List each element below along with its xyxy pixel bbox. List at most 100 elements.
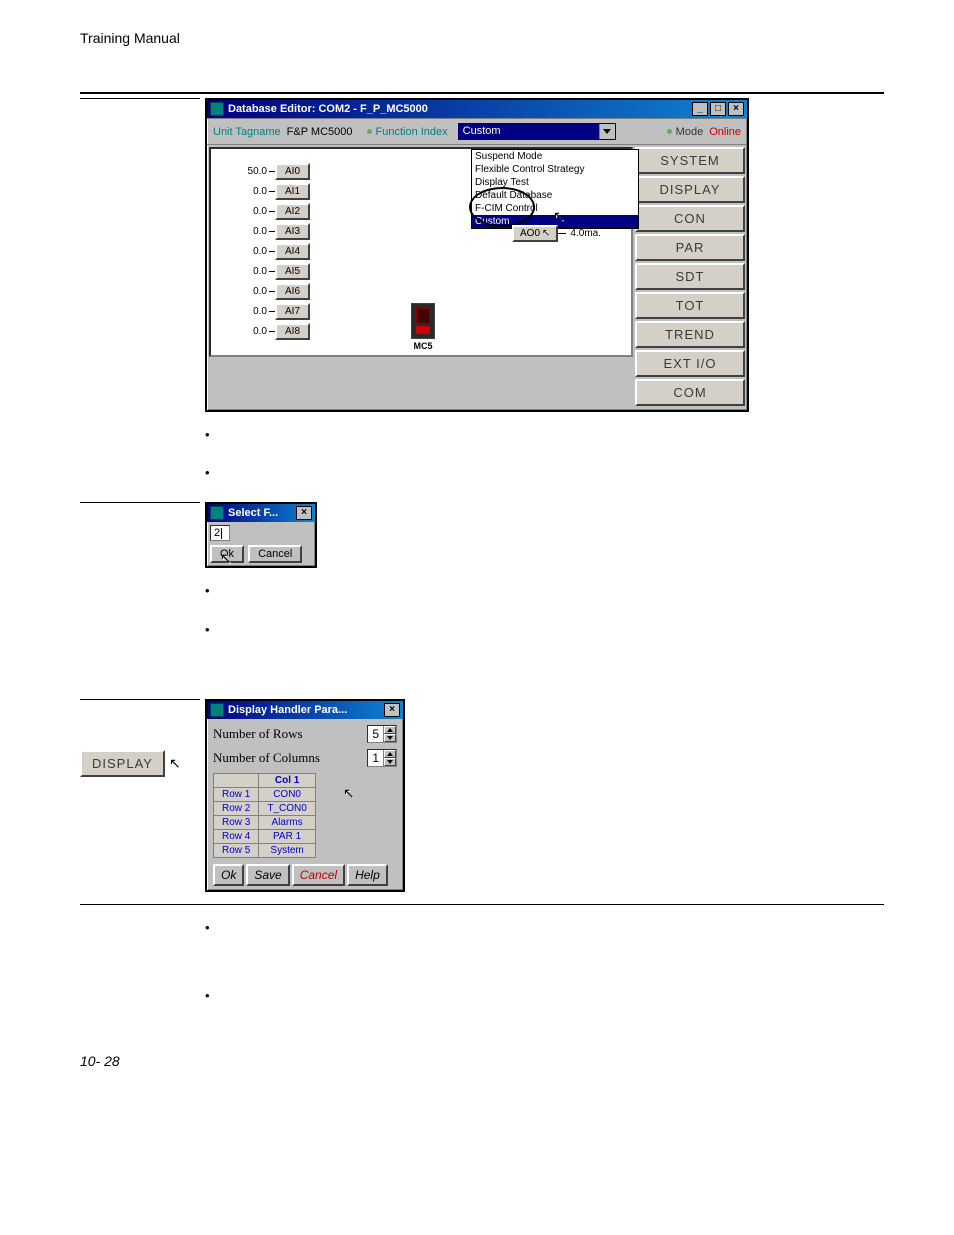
- analog-inputs-list: 50.0AI0 0.0AI1 0.0AI2 0.0AI3 0.0AI4 0.0A…: [233, 161, 310, 341]
- select-function-window: Select F... × 2 Ok Cancel ↖: [205, 502, 317, 568]
- title-bar[interactable]: Display Handler Para... ×: [207, 701, 403, 719]
- device-block[interactable]: MC5: [411, 303, 435, 351]
- mode-value: Online: [709, 126, 741, 138]
- info-bar: Unit Tagname F&P MC5000 Function Index C…: [207, 118, 747, 145]
- display-grid[interactable]: Col 1 Row 1CON0 Row 2T_CON0 Row 3Alarms …: [213, 773, 316, 858]
- bullet-item: [205, 582, 884, 600]
- side-button-sdt[interactable]: SDT: [635, 263, 745, 290]
- ai-row: 0.0AI3: [233, 221, 310, 241]
- dropdown-option[interactable]: Display Test: [472, 176, 638, 189]
- rows-label: Number of Rows: [213, 726, 367, 742]
- close-button[interactable]: ×: [384, 703, 400, 717]
- combo-selected-text: Custom: [459, 124, 599, 139]
- display-handler-window: Display Handler Para... × Number of Rows…: [205, 699, 405, 892]
- cols-label: Number of Columns: [213, 750, 367, 766]
- ai-row: 0.0AI5: [233, 261, 310, 281]
- cancel-button[interactable]: Cancel: [248, 545, 302, 563]
- ai-row: 0.0AI6: [233, 281, 310, 301]
- cancel-button[interactable]: Cancel: [292, 864, 345, 886]
- side-button-con[interactable]: CON: [635, 205, 745, 232]
- app-icon: [210, 703, 224, 717]
- cursor-icon: ↖: [220, 551, 232, 565]
- ai-row: 0.0AI4: [233, 241, 310, 261]
- ai-row: 0.0AI7: [233, 301, 310, 321]
- status-dot: [367, 129, 372, 134]
- dropdown-option[interactable]: Flexible Control Strategy: [472, 163, 638, 176]
- close-button[interactable]: ×: [296, 506, 312, 520]
- side-button-par[interactable]: PAR: [635, 234, 745, 261]
- grid-cell[interactable]: CON0: [259, 787, 315, 801]
- grid-cell[interactable]: PAR 1: [259, 829, 315, 843]
- side-button-tot[interactable]: TOT: [635, 292, 745, 319]
- ai-box[interactable]: AI7: [275, 303, 310, 320]
- ai-box[interactable]: AI4: [275, 243, 310, 260]
- function-index-input[interactable]: 2: [210, 525, 230, 541]
- save-button[interactable]: Save: [246, 864, 289, 886]
- ao-box[interactable]: AO0↖: [512, 225, 558, 242]
- dropdown-option[interactable]: Suspend Mode: [472, 150, 638, 163]
- analog-output: AO0↖ 4.0ma.: [512, 225, 601, 242]
- side-button-com[interactable]: COM: [635, 379, 745, 406]
- title-bar[interactable]: Select F... ×: [207, 504, 315, 522]
- minimize-button[interactable]: _: [692, 102, 708, 116]
- device-label: MC5: [411, 341, 435, 351]
- grid-cell[interactable]: Alarms: [259, 815, 315, 829]
- database-editor-window: Database Editor: COM2 - F_P_MC5000 _ □ ×…: [205, 98, 749, 412]
- ai-box[interactable]: AI8: [275, 323, 310, 340]
- col-header: Col 1: [259, 773, 315, 787]
- ai-box[interactable]: AI0: [275, 163, 310, 180]
- window-title: Display Handler Para...: [228, 704, 347, 716]
- status-dot-2: [667, 129, 672, 134]
- row-header: Row 2: [214, 801, 259, 815]
- row-header: Row 4: [214, 829, 259, 843]
- ai-box[interactable]: AI5: [275, 263, 310, 280]
- dropdown-option[interactable]: Default Database: [472, 189, 638, 202]
- cols-value: 1: [368, 750, 383, 766]
- display-button[interactable]: DISPLAY: [80, 750, 165, 777]
- close-button[interactable]: ×: [728, 102, 744, 116]
- bullet-list-1: [205, 426, 884, 482]
- ai-row: 0.0AI8: [233, 321, 310, 341]
- side-button-system[interactable]: SYSTEM: [635, 147, 745, 174]
- mode-label: Mode: [676, 126, 704, 138]
- cols-spinner[interactable]: 1: [367, 749, 397, 767]
- window-title: Select F...: [228, 507, 278, 519]
- arrow-down-icon[interactable]: [384, 734, 396, 742]
- section-rule: [80, 502, 200, 503]
- arrow-up-icon[interactable]: [384, 750, 396, 758]
- cursor-icon: ↖: [169, 756, 181, 770]
- title-bar[interactable]: Database Editor: COM2 - F_P_MC5000 _ □ ×: [207, 100, 747, 118]
- bullet-item: [205, 464, 884, 482]
- ai-row: 0.0AI2: [233, 201, 310, 221]
- rows-spinner[interactable]: 5: [367, 725, 397, 743]
- ai-box[interactable]: AI1: [275, 183, 310, 200]
- grid-cell[interactable]: System: [259, 843, 315, 857]
- ai-row: 0.0AI1: [233, 181, 310, 201]
- arrow-up-icon[interactable]: [384, 726, 396, 734]
- arrow-down-icon[interactable]: [384, 758, 396, 766]
- bullet-item: [205, 987, 884, 1005]
- grid-cell[interactable]: T_CON0: [259, 801, 315, 815]
- ai-box[interactable]: AI3: [275, 223, 310, 240]
- ai-box[interactable]: AI2: [275, 203, 310, 220]
- function-index-label: Function Index: [376, 126, 448, 138]
- header-rule: [80, 92, 884, 94]
- help-button[interactable]: Help: [347, 864, 388, 886]
- page-number: 10- 28: [80, 1053, 884, 1069]
- maximize-button[interactable]: □: [710, 102, 726, 116]
- row-header: Row 3: [214, 815, 259, 829]
- side-button-trend[interactable]: TREND: [635, 321, 745, 348]
- unit-tagname-value: F&P MC5000: [287, 126, 353, 138]
- chevron-down-icon[interactable]: [599, 124, 615, 139]
- ai-box[interactable]: AI6: [275, 283, 310, 300]
- cursor-icon: ↖: [542, 228, 550, 239]
- bullet-item: [205, 621, 884, 639]
- side-button-extio[interactable]: EXT I/O: [635, 350, 745, 377]
- function-index-combo[interactable]: Custom: [458, 123, 616, 140]
- editor-canvas: 50.0AI0 0.0AI1 0.0AI2 0.0AI3 0.0AI4 0.0A…: [209, 147, 633, 357]
- ok-button[interactable]: Ok: [213, 864, 244, 886]
- window-title: Database Editor: COM2 - F_P_MC5000: [228, 103, 428, 115]
- side-button-display[interactable]: DISPLAY: [635, 176, 745, 203]
- section-rule: [80, 98, 200, 99]
- bullet-list-3: [205, 919, 884, 1005]
